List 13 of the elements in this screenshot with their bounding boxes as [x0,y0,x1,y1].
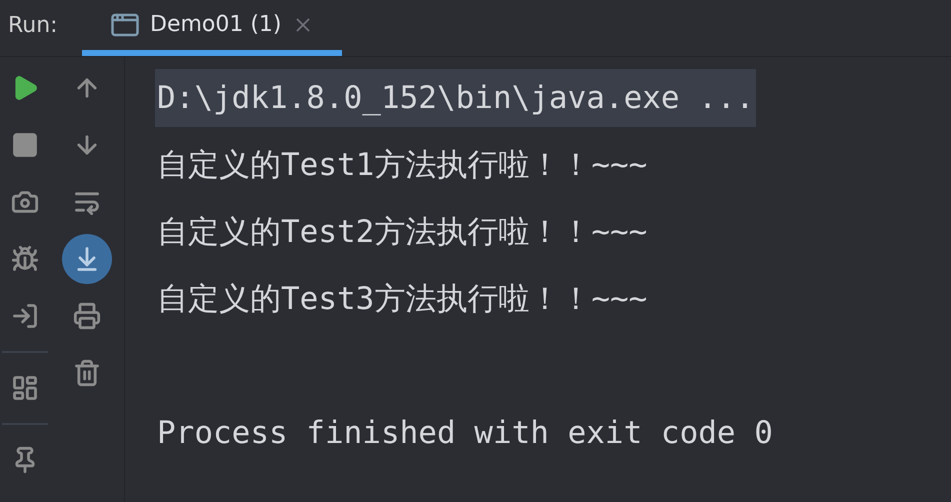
tab-title: Demo01 (1) [150,11,282,39]
stop-icon [11,131,40,159]
console-output-line: 自定义的Test2方法执行啦！！~~~ [156,212,648,252]
console-output-line: 自定义的Test3方法执行啦！！~~~ [156,280,648,319]
printer-icon [73,302,102,330]
exit-message: Process finished with exit code 0 [156,414,774,453]
run-label: Run: [8,12,59,40]
import-icon [11,302,40,330]
bug-icon [11,245,40,273]
console-output-line: 自定义的Test1方法执行啦！！~~~ [156,146,648,185]
trash-icon [73,359,102,387]
layout-icon [11,374,40,402]
tab[interactable]: Demo01 (1) [82,0,342,56]
